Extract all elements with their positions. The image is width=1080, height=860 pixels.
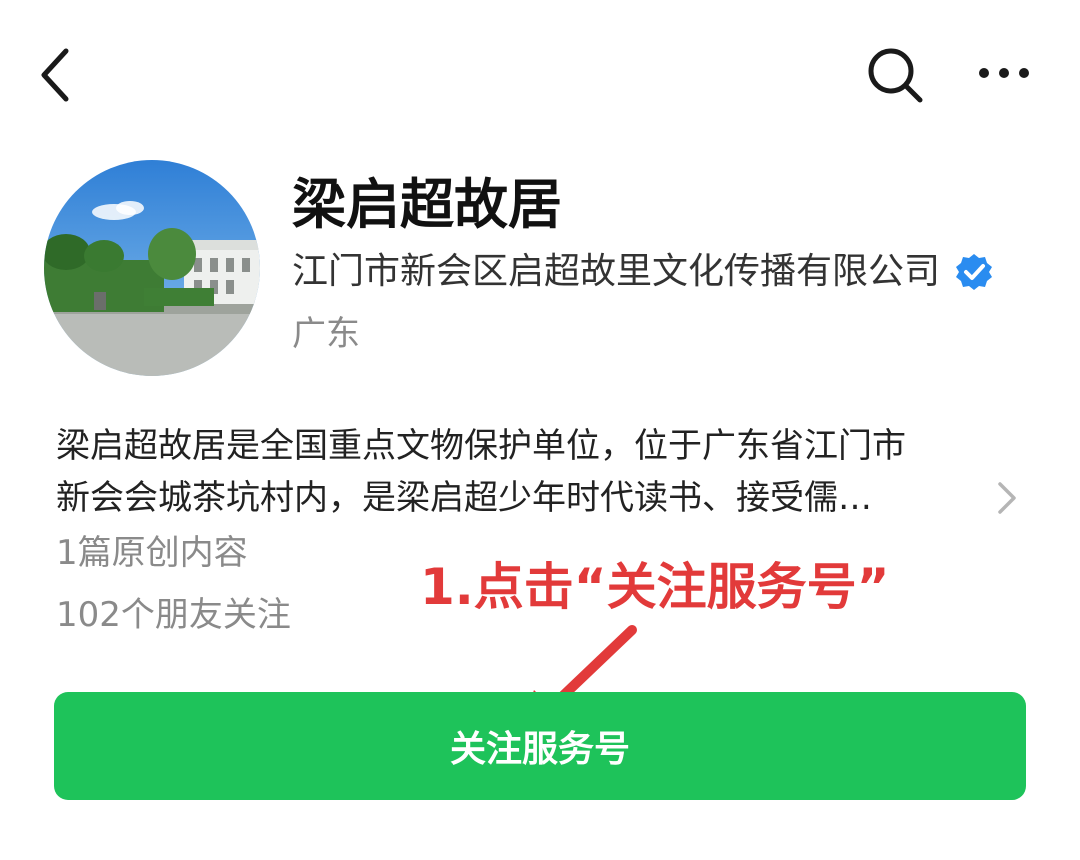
account-name: 梁启超故居 (292, 173, 562, 236)
region-label: 广东 (292, 314, 360, 354)
company-name: 江门市新会区启超故里文化传播有限公司 (292, 251, 941, 292)
account-description[interactable]: 梁启超故居是全国重点文物保护单位，位于广东省江门市 新会会城茶坑村内，是梁启超少… (56, 420, 1016, 540)
company-row[interactable]: 江门市新会区启超故里文化传播有限公司 (292, 244, 994, 300)
account-avatar[interactable] (44, 160, 260, 376)
more-horizontal-icon (979, 68, 1029, 78)
top-bar (0, 0, 1080, 150)
search-button[interactable] (862, 42, 928, 108)
chevron-right-icon (998, 482, 1016, 514)
verified-badge-icon (956, 254, 993, 290)
back-button[interactable] (30, 45, 90, 105)
original-articles-count[interactable]: 1篇原创内容 (56, 528, 248, 578)
friends-following-count[interactable]: 102个朋友关注 (56, 590, 291, 640)
description-line-1: 梁启超故居是全国重点文物保护单位，位于广东省江门市 (56, 426, 906, 466)
follow-service-account-button[interactable]: 关注服务号 (54, 692, 1026, 800)
search-icon (868, 48, 923, 103)
description-line-2: 新会会城茶坑村内，是梁启超少年时代读书、接受儒… (56, 478, 872, 518)
instruction-annotation: 1.点击“关注服务号” (420, 558, 890, 616)
chevron-left-icon (41, 48, 69, 102)
more-button[interactable] (970, 45, 1036, 105)
